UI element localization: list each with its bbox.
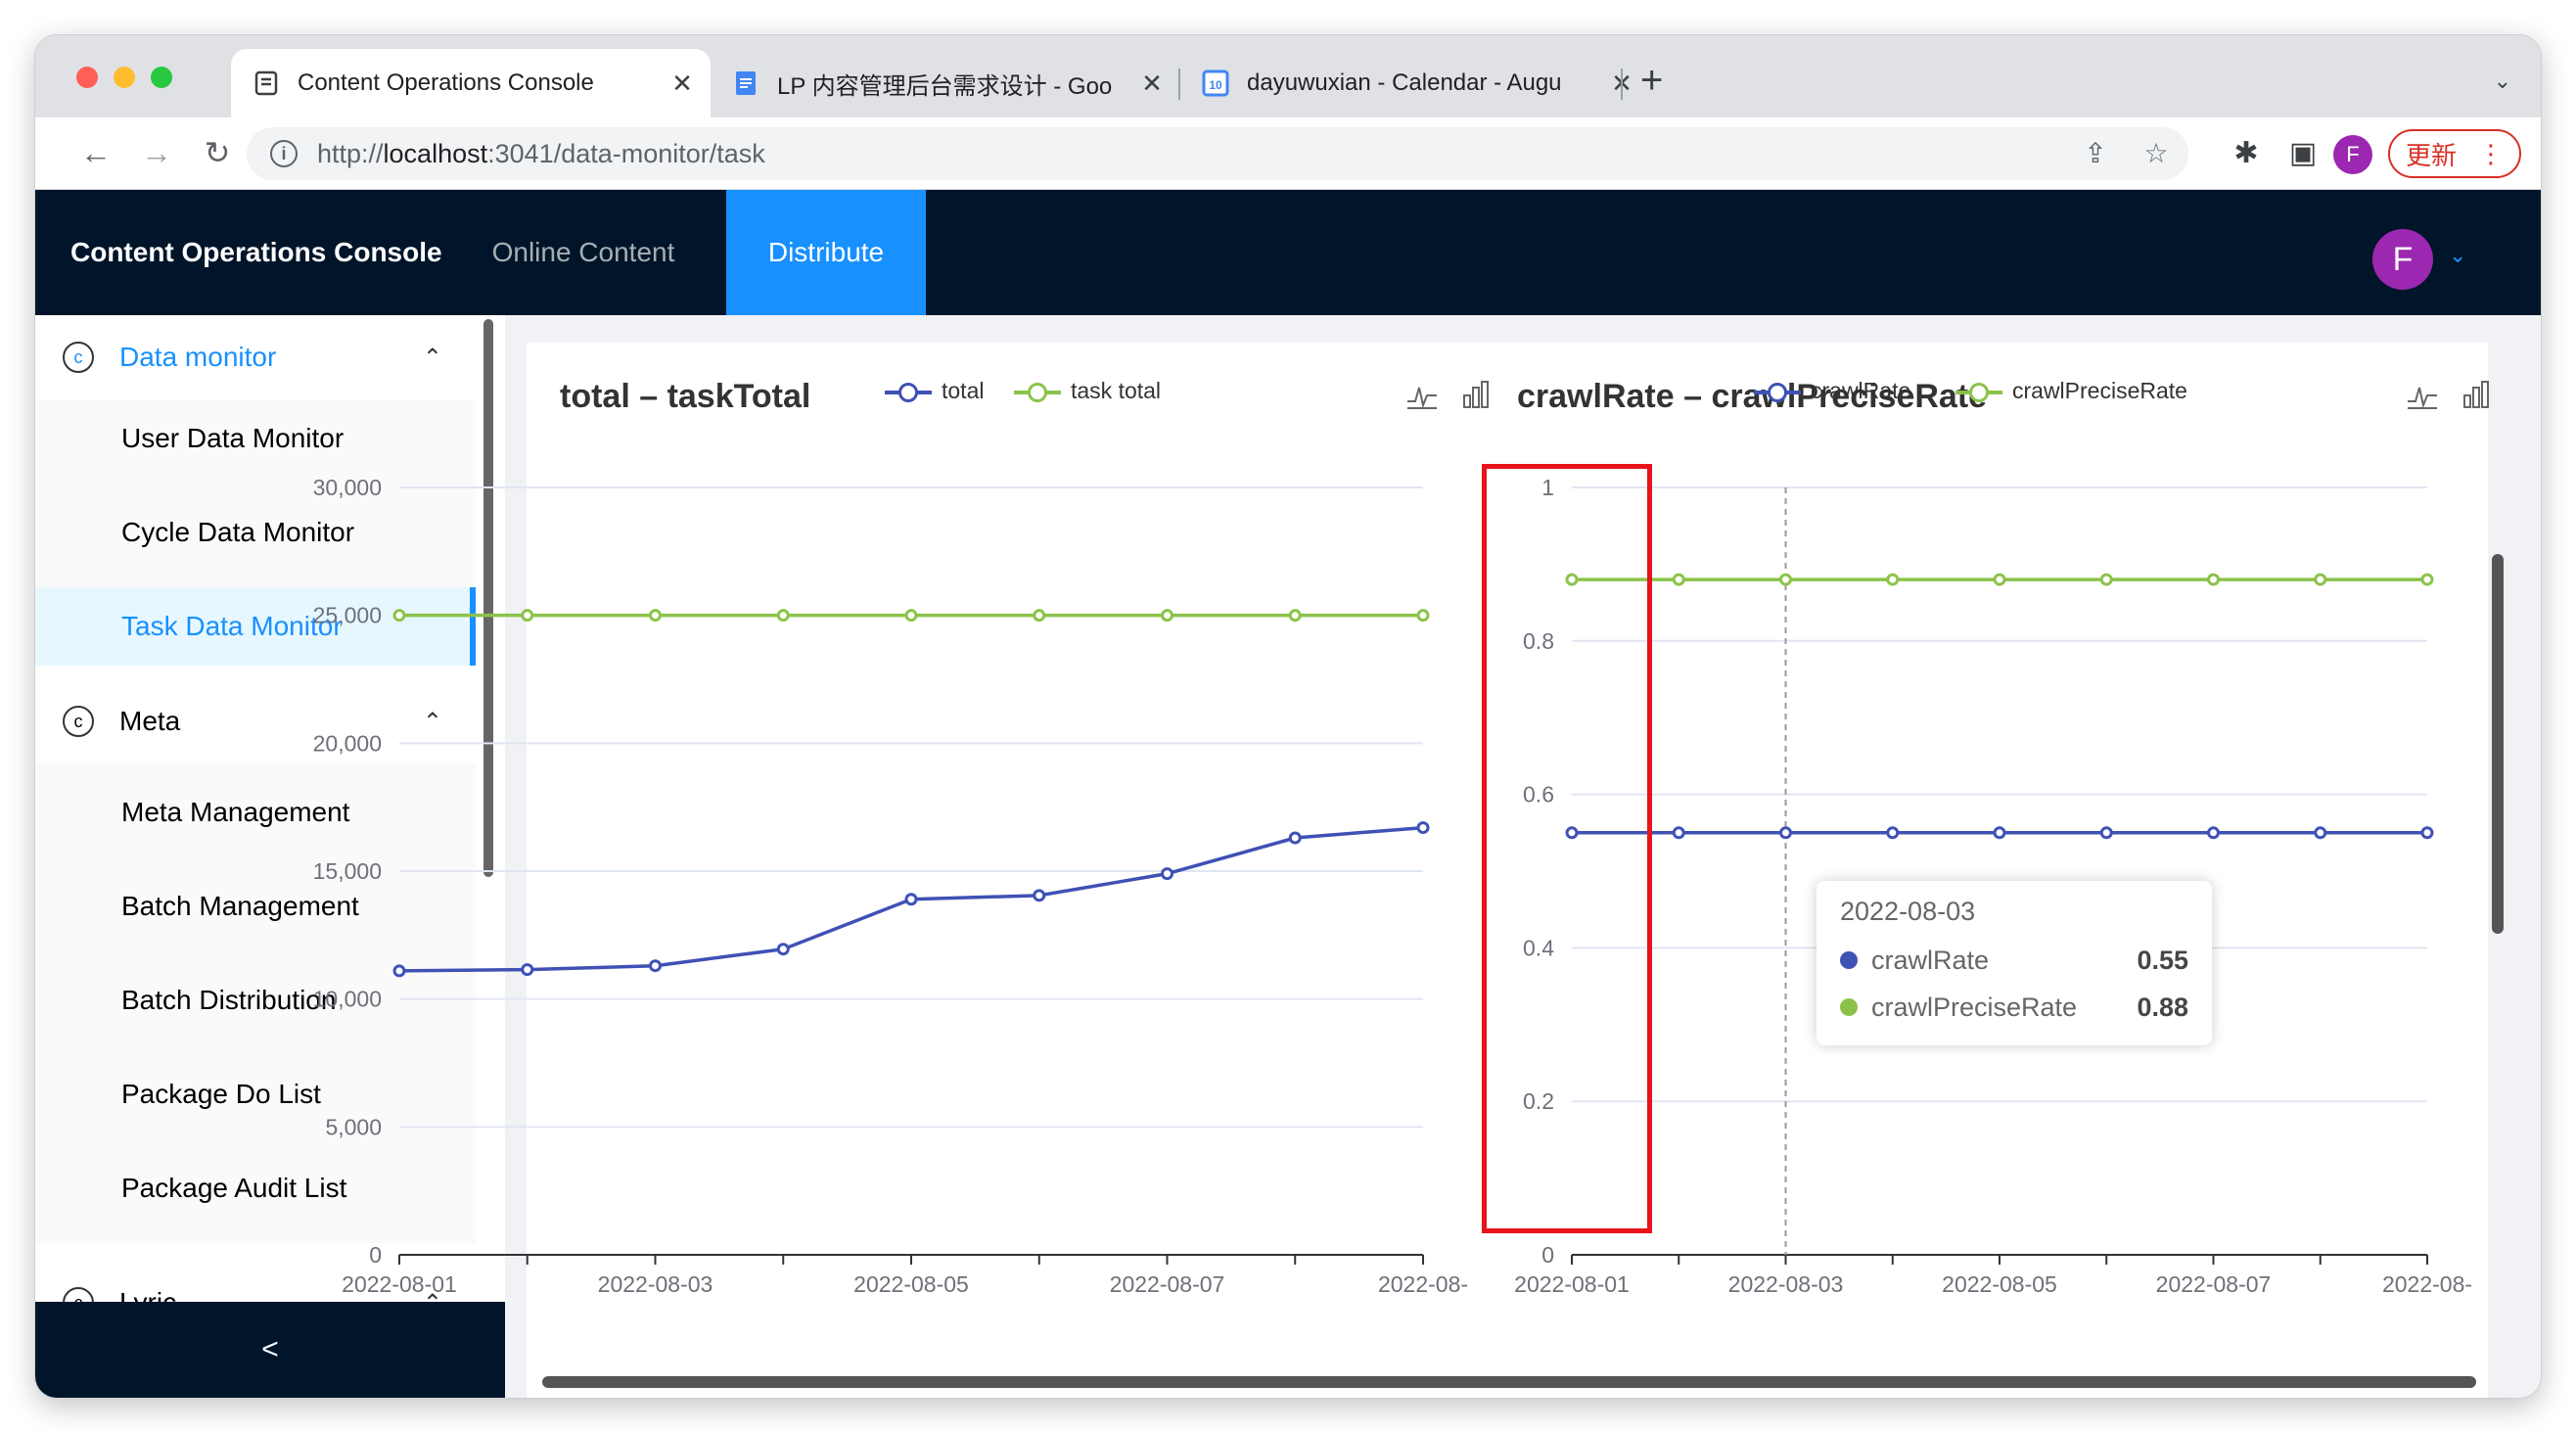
y-tick-label: 5,000 bbox=[325, 1114, 382, 1139]
data-point bbox=[521, 963, 534, 977]
data-point bbox=[2314, 826, 2327, 840]
x-tick-label: 2022-08-01 bbox=[1514, 1271, 1630, 1297]
data-point bbox=[1288, 609, 1302, 623]
data-point bbox=[392, 964, 406, 978]
chart-tooltip: 2022-08-03 crawlRate 0.55 crawlPreciseRa… bbox=[1817, 881, 2212, 1045]
data-point bbox=[904, 893, 918, 906]
y-tick-label: 20,000 bbox=[313, 730, 382, 756]
data-point bbox=[2099, 573, 2113, 586]
data-point bbox=[776, 943, 790, 956]
data-point bbox=[1993, 573, 2006, 586]
x-tick-label: 2022-08-07 bbox=[2156, 1271, 2272, 1297]
x-tick-label: 2022-08- bbox=[2382, 1271, 2472, 1297]
x-tick-label: 2022-08-07 bbox=[1110, 1271, 1225, 1297]
data-point bbox=[649, 609, 662, 623]
tooltip-row-crawlpreciserate: crawlPreciseRate 0.88 bbox=[1840, 984, 2188, 1031]
data-point bbox=[392, 609, 406, 623]
data-point bbox=[2207, 826, 2220, 840]
data-point bbox=[521, 609, 534, 623]
data-point bbox=[2099, 826, 2113, 840]
data-point bbox=[1033, 609, 1046, 623]
data-point bbox=[1672, 826, 1685, 840]
tooltip-row-crawlrate: crawlRate 0.55 bbox=[1840, 937, 2188, 984]
data-point bbox=[1886, 573, 1900, 586]
data-point bbox=[1779, 573, 1792, 586]
data-point bbox=[2314, 573, 2327, 586]
x-tick-label: 2022-08-03 bbox=[598, 1271, 713, 1297]
charts-canvas[interactable]: 0 5,000 10,000 15,000 20,000 25,000 30,000 2022… bbox=[35, 35, 2541, 1398]
x-tick-label: 2022-08-05 bbox=[1942, 1271, 2057, 1297]
data-point bbox=[776, 609, 790, 623]
y-tick-label: 15,000 bbox=[313, 858, 382, 884]
highlight-annotation-box bbox=[1482, 464, 1652, 1233]
data-point bbox=[1416, 821, 1430, 835]
data-point bbox=[1288, 831, 1302, 845]
data-point bbox=[904, 609, 918, 623]
data-point bbox=[1993, 826, 2006, 840]
browser-window: Content Operations Console ✕ LP 内容管理后台需求… bbox=[35, 35, 2541, 1398]
y-tick-label: 0 bbox=[1541, 1242, 1554, 1268]
data-point bbox=[1033, 889, 1046, 902]
data-point bbox=[2420, 573, 2434, 586]
vertical-scrollbar[interactable] bbox=[2492, 554, 2504, 934]
data-point bbox=[2207, 573, 2220, 586]
data-point bbox=[1161, 867, 1173, 881]
y-tick-label: 25,000 bbox=[313, 603, 382, 628]
data-point bbox=[1161, 609, 1173, 623]
x-tick-label: 2022-08- bbox=[1378, 1271, 1468, 1297]
data-point bbox=[649, 959, 662, 973]
tooltip-date: 2022-08-03 bbox=[1840, 897, 1976, 926]
data-point bbox=[1886, 826, 1900, 840]
y-tick-label: 0 bbox=[369, 1242, 382, 1268]
x-tick-label: 2022-08-01 bbox=[342, 1271, 457, 1297]
data-point bbox=[1416, 609, 1430, 623]
horizontal-scrollbar[interactable] bbox=[542, 1376, 2476, 1388]
data-point bbox=[2420, 826, 2434, 840]
y-tick-label: 10,000 bbox=[313, 987, 382, 1012]
x-tick-label: 2022-08-03 bbox=[1728, 1271, 1844, 1297]
data-point bbox=[1779, 826, 1792, 840]
data-point bbox=[1672, 573, 1685, 586]
x-tick-label: 2022-08-05 bbox=[853, 1271, 969, 1297]
series-dot bbox=[1840, 951, 1858, 969]
series-dot bbox=[1840, 998, 1858, 1016]
y-tick-label: 30,000 bbox=[313, 475, 382, 500]
